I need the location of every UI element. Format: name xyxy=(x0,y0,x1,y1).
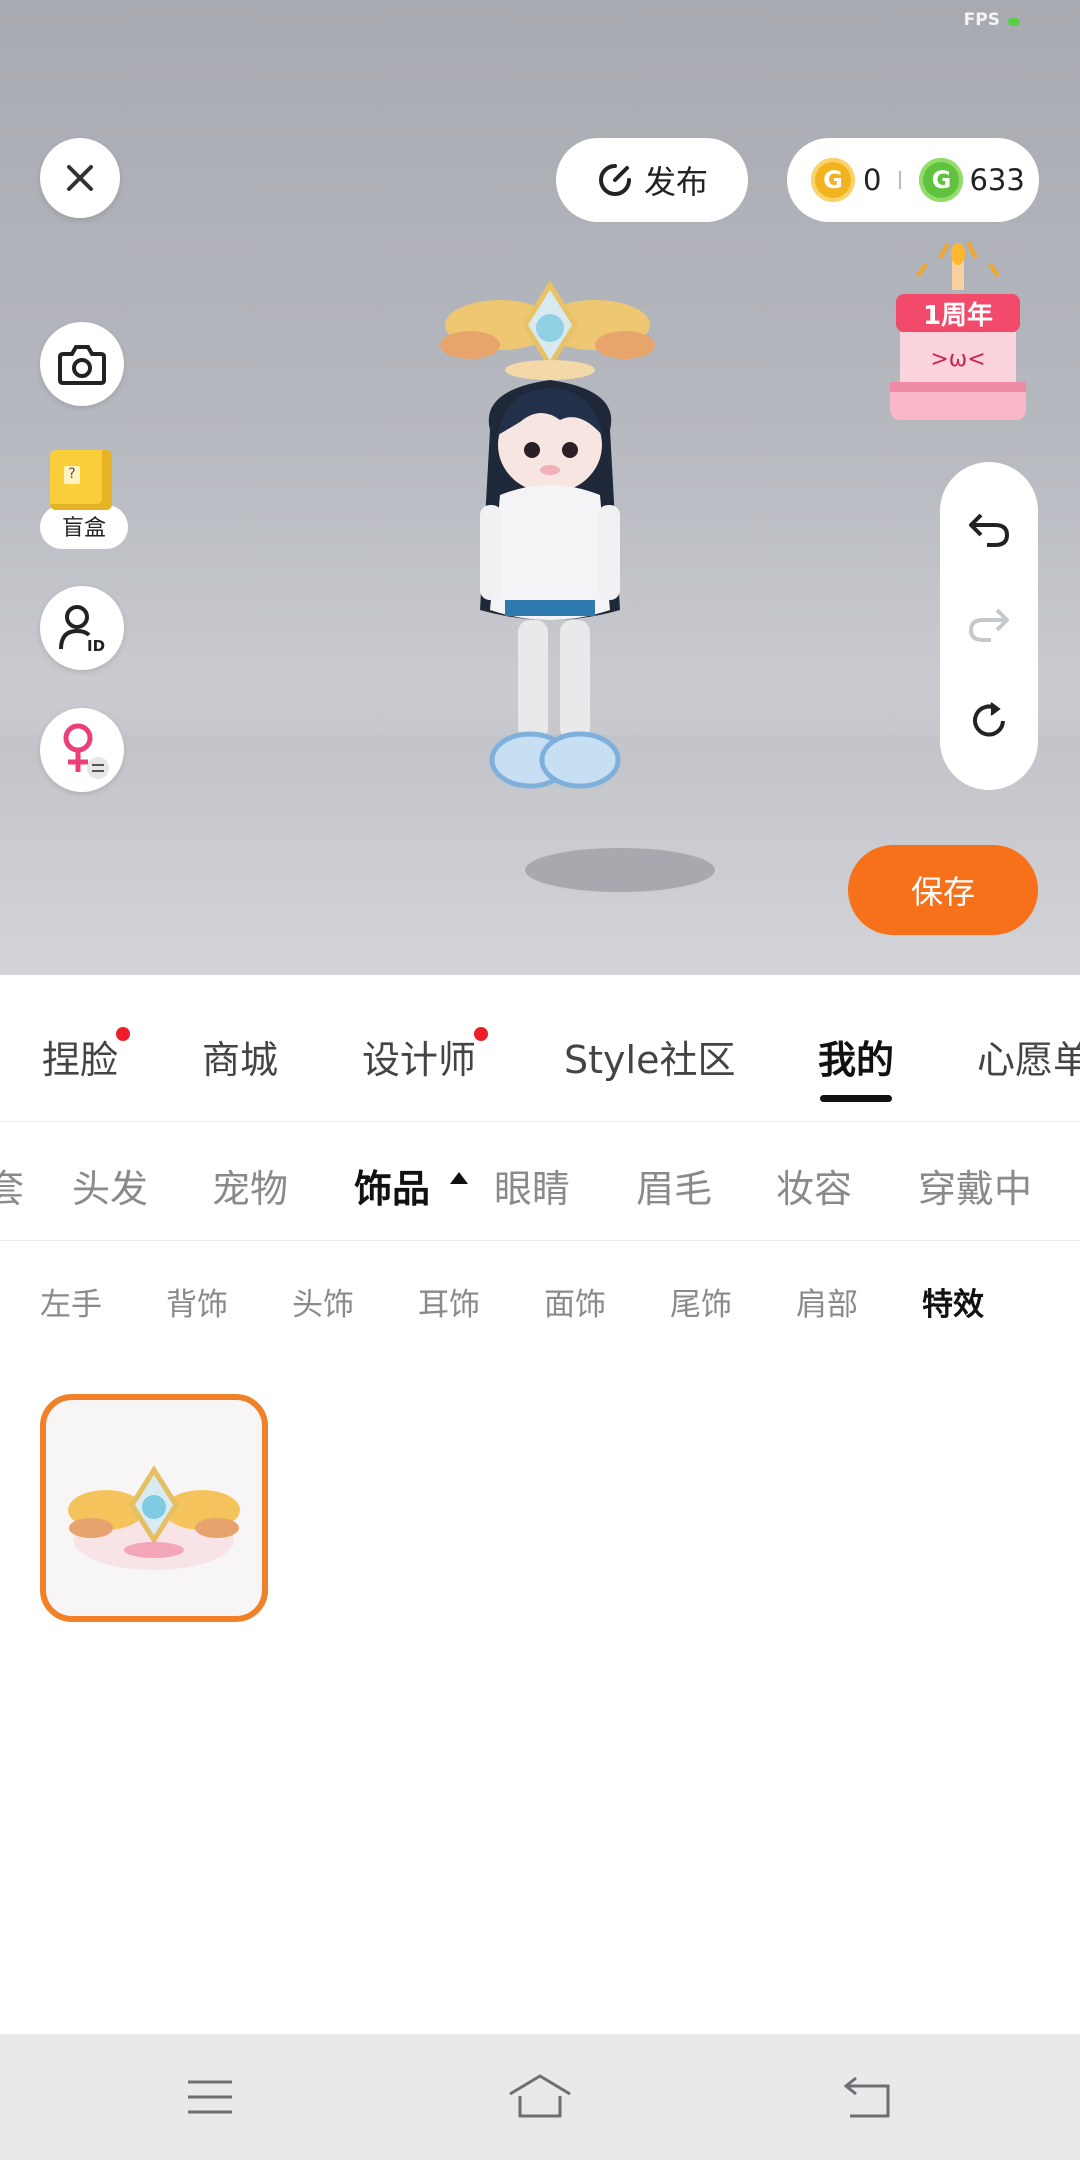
tab-face[interactable]: 捏脸 xyxy=(42,1027,131,1084)
category-tab-hair[interactable]: 头发 xyxy=(72,1158,148,1213)
crown-accessory xyxy=(440,280,655,380)
subtab-tail[interactable]: 尾饰 xyxy=(670,1279,732,1324)
anniversary-badge-text: 1周年 xyxy=(923,300,993,331)
subtab-back[interactable]: 背饰 xyxy=(166,1279,228,1324)
avatar-character[interactable] xyxy=(410,270,740,930)
tab-face-label: 捏脸 xyxy=(42,1038,119,1082)
camera-icon xyxy=(58,345,106,385)
category-tab-eyebrows[interactable]: 眉毛 xyxy=(636,1158,712,1213)
blind-box-label: 盲盒 xyxy=(61,516,106,541)
active-tab-indicator xyxy=(820,1095,892,1102)
svg-text:ID: ID xyxy=(87,637,105,653)
tab-designer[interactable]: 设计师 xyxy=(362,1027,489,1084)
close-icon xyxy=(67,165,93,191)
gold-coin-count: 0 xyxy=(863,163,882,197)
tab-designer-label: 设计师 xyxy=(362,1038,477,1082)
category-tab-bar: 套 头发 宠物 饰品 眼睛 眉毛 妆容 穿戴中 xyxy=(0,1122,1080,1241)
category-tab-accessories[interactable]: 饰品 xyxy=(354,1158,430,1213)
subtab-shoulder[interactable]: 肩部 xyxy=(796,1279,858,1324)
tab-wishlist-label: 心愿单 xyxy=(977,1038,1080,1082)
notification-dot xyxy=(116,1027,131,1041)
close-button[interactable] xyxy=(40,138,120,218)
item-card-crown-effect[interactable] xyxy=(40,1394,268,1622)
caret-up-icon[interactable] xyxy=(450,1172,468,1184)
camera-button[interactable] xyxy=(40,322,124,406)
user-id-icon: ID xyxy=(59,605,105,653)
female-icon xyxy=(63,723,109,779)
green-coin-count: 633 xyxy=(969,163,1025,197)
publish-label: 发布 xyxy=(643,163,708,201)
publish-button[interactable]: 发布 xyxy=(556,138,748,222)
green-coin-icon: G xyxy=(919,158,964,202)
tab-style-community-label: Style社区 xyxy=(564,1038,736,1082)
blind-box-icon xyxy=(50,450,112,510)
crown-effect-thumbnail xyxy=(68,1465,240,1570)
subtab-left-hand[interactable]: 左手 xyxy=(40,1279,102,1324)
profile-id-button[interactable]: ID xyxy=(40,586,124,670)
undo-icon[interactable] xyxy=(967,509,1011,549)
redo-icon[interactable] xyxy=(967,604,1011,644)
avatar-shadow xyxy=(525,848,715,892)
subcategory-tab-bar: 左手 背饰 头饰 耳饰 面饰 尾饰 肩部 特效 xyxy=(0,1241,1080,1361)
tab-wishlist[interactable]: 心愿单 xyxy=(977,1029,1080,1084)
main-tab-bar: 捏脸 商城 设计师 Style社区 我的 心愿单 xyxy=(0,975,1080,1122)
category-tab-outfit[interactable]: 套 xyxy=(0,1158,24,1213)
notification-dot xyxy=(474,1027,489,1041)
svg-text:>ω<: >ω< xyxy=(930,347,985,372)
home-icon[interactable] xyxy=(504,2070,576,2124)
category-tab-pet[interactable]: 宠物 xyxy=(212,1158,288,1213)
anniversary-cake-icon[interactable]: 1周年 >ω< xyxy=(878,234,1038,434)
publish-icon xyxy=(599,164,631,196)
category-tab-makeup[interactable]: 妆容 xyxy=(776,1158,852,1213)
category-tab-eyes[interactable]: 眼睛 xyxy=(494,1158,570,1213)
currency-balance[interactable]: G 0 G 633 xyxy=(787,138,1039,222)
tab-mine[interactable]: 我的 xyxy=(818,1029,894,1084)
tab-shop[interactable]: 商城 xyxy=(202,1029,278,1084)
save-button[interactable]: 保存 xyxy=(848,845,1038,935)
subtab-effects[interactable]: 特效 xyxy=(922,1279,984,1324)
subtab-earrings[interactable]: 耳饰 xyxy=(418,1279,480,1324)
history-controls xyxy=(940,462,1038,790)
reset-icon[interactable] xyxy=(967,699,1011,743)
gender-switch-button[interactable] xyxy=(40,708,124,792)
menu-icon[interactable] xyxy=(180,2070,240,2124)
system-navigation-bar xyxy=(0,2034,1080,2160)
blind-box-button[interactable]: 盲盒 xyxy=(40,445,128,555)
back-icon[interactable] xyxy=(838,2070,898,2124)
gold-coin-icon: G xyxy=(811,158,855,202)
tab-mine-label: 我的 xyxy=(818,1038,895,1082)
subtab-face[interactable]: 面饰 xyxy=(544,1279,606,1324)
avatar-stage[interactable]: FPS ? 盲盒 ID 发布 G 0 G 633 1周年 >ω< 保存 xyxy=(0,0,1080,975)
subtab-headwear[interactable]: 头饰 xyxy=(292,1279,354,1324)
fps-label: FPS xyxy=(963,10,1000,30)
tab-shop-label: 商城 xyxy=(202,1038,279,1082)
tab-style-community[interactable]: Style社区 xyxy=(564,1029,735,1084)
currency-divider xyxy=(899,171,902,189)
fps-indicator xyxy=(1008,18,1020,26)
category-tab-wearing[interactable]: 穿戴中 xyxy=(918,1158,1032,1213)
